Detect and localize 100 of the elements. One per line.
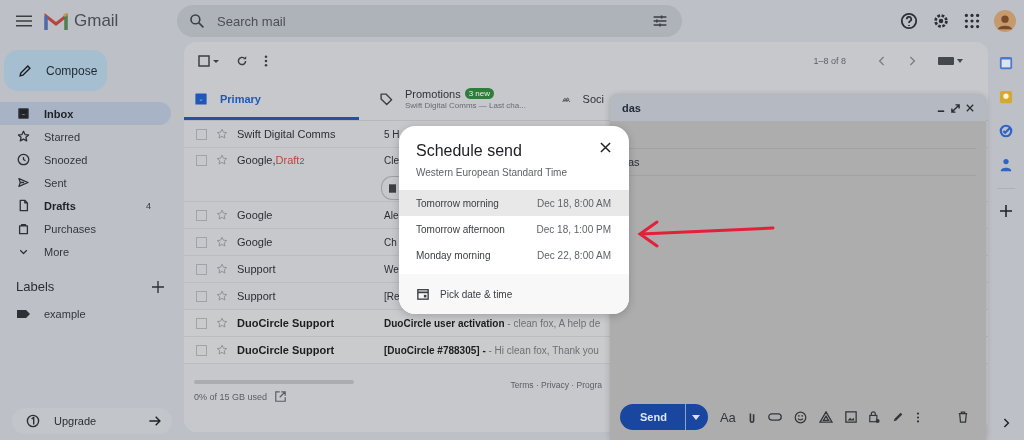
close-icon[interactable] xyxy=(966,104,974,112)
task-check-icon[interactable] xyxy=(999,124,1013,138)
row-checkbox[interactable] xyxy=(196,236,207,248)
labels-heading: Labels xyxy=(16,279,55,294)
envelope-logo-icon[interactable] xyxy=(44,12,68,30)
row-checkbox[interactable] xyxy=(196,263,207,275)
help-icon[interactable] xyxy=(900,12,918,30)
schedule-option[interactable]: Tomorrow afternoon Dec 18, 1:00 PM xyxy=(399,216,629,242)
sidebar-item[interactable]: Purchases xyxy=(0,217,171,240)
sender-name: Support xyxy=(237,263,277,275)
sender-name: Swift Digital Comms xyxy=(237,128,337,140)
pick-date-time-button[interactable]: Pick date & time xyxy=(399,274,629,314)
select-checkbox-icon[interactable] xyxy=(198,55,220,67)
keyboard-icon[interactable] xyxy=(938,56,964,66)
star-icon[interactable] xyxy=(216,209,228,221)
caret-icon xyxy=(691,414,700,420)
row-checkbox[interactable] xyxy=(196,154,207,166)
app-name: Gmail xyxy=(74,11,120,31)
search-icon[interactable] xyxy=(189,13,205,29)
pagination-text: 1–8 of 8 xyxy=(813,56,846,66)
filter-icon[interactable] xyxy=(652,13,668,29)
sender-name: Google xyxy=(237,236,274,248)
chevron-right-icon[interactable] xyxy=(1002,418,1010,428)
link-icon[interactable] xyxy=(767,413,782,421)
email-subject: Ch xyxy=(384,236,397,248)
send-button[interactable]: Send xyxy=(620,404,708,430)
star-icon[interactable] xyxy=(216,128,228,140)
menu-icon[interactable] xyxy=(16,15,32,27)
smiley-icon[interactable] xyxy=(793,410,807,424)
new-count-badge: 3 new xyxy=(464,88,494,99)
pen-icon[interactable] xyxy=(891,411,904,423)
sidebar-item[interactable]: More xyxy=(0,240,171,263)
formatting-button[interactable]: Aa xyxy=(719,409,736,425)
subject-text: as xyxy=(628,156,640,168)
schedule-option[interactable]: Monday morning Dec 22, 8:00 AM xyxy=(399,242,629,268)
person-icon[interactable] xyxy=(999,158,1013,172)
tag-icon xyxy=(379,91,393,106)
search-field[interactable]: Search mail xyxy=(177,5,682,37)
star-icon[interactable] xyxy=(216,290,228,302)
sidebar-item[interactable]: Inbox xyxy=(0,102,171,125)
star-icon[interactable] xyxy=(216,263,228,275)
more-vertical-icon[interactable] xyxy=(915,411,920,423)
pencil-icon xyxy=(18,63,32,78)
dialog-title: Schedule send xyxy=(416,142,523,160)
close-icon[interactable] xyxy=(600,142,611,153)
timezone-text: Western European Standard Time xyxy=(416,167,567,178)
sender-name: DuoCircle Support xyxy=(237,344,336,356)
inbox-icon xyxy=(194,91,208,106)
bag-icon xyxy=(17,222,30,235)
sent-icon xyxy=(17,176,30,189)
sender-name: Google xyxy=(237,209,274,221)
triangle-icon[interactable] xyxy=(818,411,833,423)
refresh-icon[interactable] xyxy=(236,55,248,67)
schedule-option[interactable]: Tomorrow morning Dec 18, 8:00 AM xyxy=(399,190,629,216)
sidebar-item[interactable]: Sent xyxy=(0,171,171,194)
compose-title: das xyxy=(622,102,641,114)
more-vertical-icon[interactable] xyxy=(264,55,268,67)
category-tab[interactable]: Promotions 3 new Swift Digital Comms — Last cha... xyxy=(359,80,542,120)
sidebar-item[interactable]: Starred xyxy=(0,125,171,148)
add-icon[interactable] xyxy=(1000,205,1012,217)
sidebar-item[interactable]: Drafts 4 xyxy=(0,194,171,217)
category-tab[interactable]: Soci xyxy=(542,80,604,120)
clock-icon xyxy=(17,153,30,166)
file-icon xyxy=(17,199,30,212)
tab-preview-text: Swift Digital Comms — Last cha... xyxy=(405,100,526,110)
star-icon[interactable] xyxy=(216,317,228,329)
arrow-right-icon xyxy=(148,414,162,428)
sender-name: DuoCircle Support xyxy=(237,317,336,329)
label-tag-icon xyxy=(17,309,30,318)
sender-name: Google,Draft2 xyxy=(237,154,306,166)
compose-button[interactable]: Compose xyxy=(4,50,107,91)
footer-links[interactable]: Terms · Privacy · Progra xyxy=(510,380,602,390)
expand-icon[interactable] xyxy=(951,103,960,113)
email-subject: [Re xyxy=(384,290,400,302)
sender-name: Support xyxy=(237,290,277,302)
external-link-icon[interactable] xyxy=(275,391,287,402)
number-one-circle-icon xyxy=(26,414,40,428)
star-icon[interactable] xyxy=(216,154,228,166)
row-checkbox[interactable] xyxy=(196,344,207,356)
star-icon[interactable] xyxy=(216,236,228,248)
star-icon[interactable] xyxy=(216,344,228,356)
row-checkbox[interactable] xyxy=(196,128,207,140)
label-item[interactable]: example xyxy=(0,302,171,325)
inbox-icon xyxy=(17,107,30,120)
row-checkbox[interactable] xyxy=(196,317,207,329)
email-subject: We xyxy=(384,263,399,275)
settings-icon[interactable] xyxy=(932,12,950,30)
email-subject: 5 H xyxy=(384,128,400,140)
upgrade-button[interactable]: Upgrade xyxy=(12,408,172,434)
lock-clock-icon[interactable] xyxy=(868,410,880,424)
row-checkbox[interactable] xyxy=(196,209,207,221)
sidebar-item[interactable]: Snoozed xyxy=(0,148,171,171)
avatar-icon[interactable] xyxy=(994,10,1016,32)
apps-grid-icon[interactable] xyxy=(964,13,980,29)
row-checkbox[interactable] xyxy=(196,290,207,302)
trash-icon[interactable] xyxy=(958,411,968,423)
email-subject: [DuoCircle #788305] - - Hi clean fox, Thank you xyxy=(384,344,599,356)
category-tab[interactable]: Primary xyxy=(184,80,359,120)
image-icon[interactable] xyxy=(844,411,857,423)
add-icon[interactable] xyxy=(152,280,164,293)
